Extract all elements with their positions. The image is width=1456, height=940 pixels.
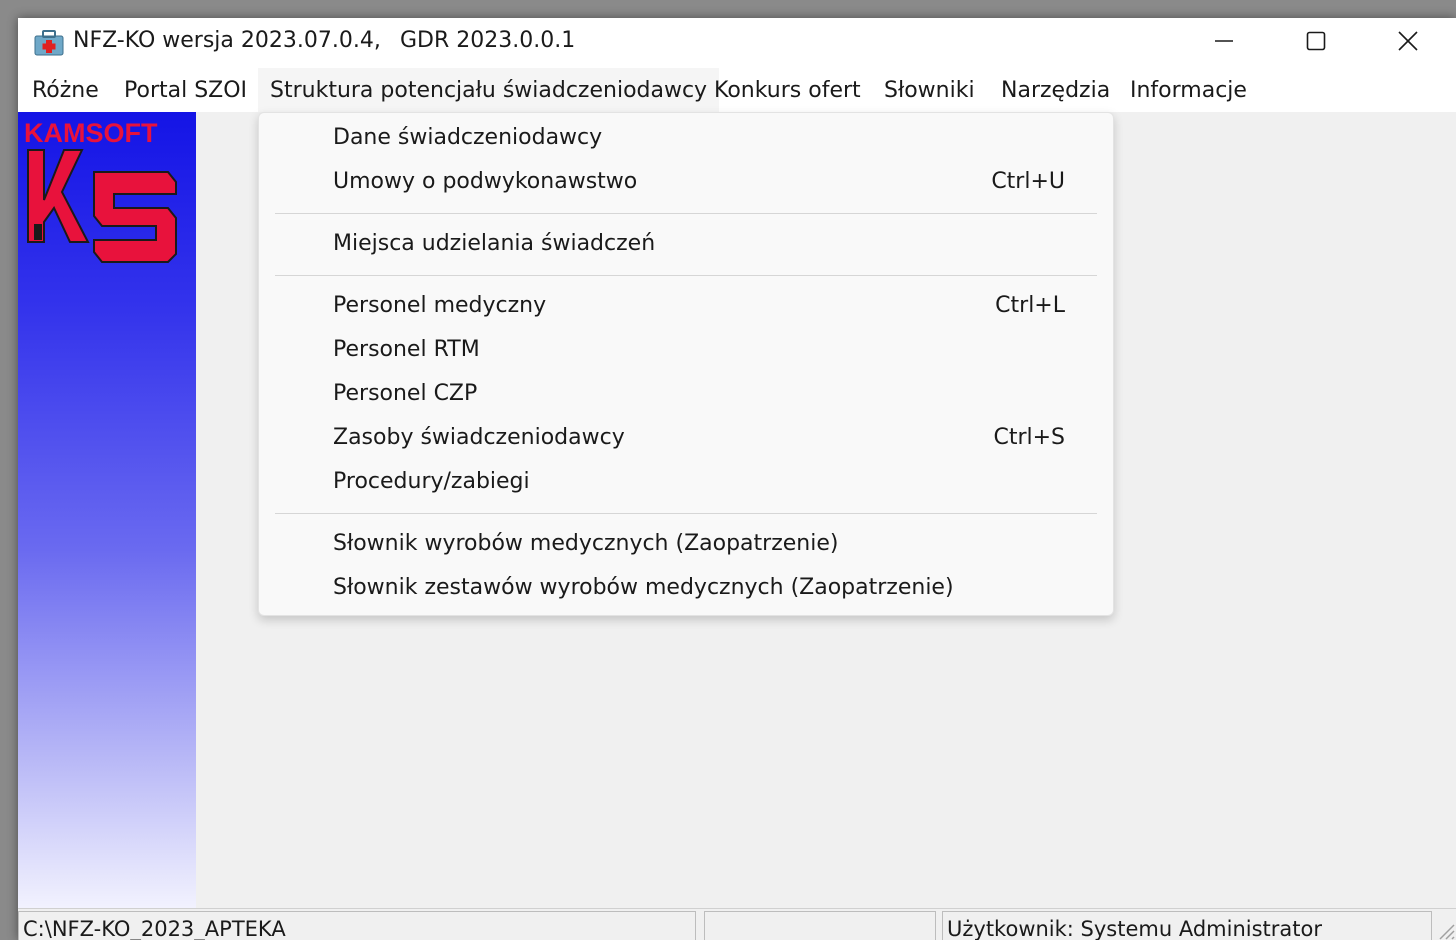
menu-separator — [275, 213, 1097, 214]
menu-item-personel-rtm[interactable]: Personel RTM — [259, 329, 1113, 373]
menu-slowniki[interactable]: Słowniki — [872, 68, 987, 112]
menu-item-label: Personel medyczny — [333, 293, 547, 318]
menu-item-label: Zasoby świadczeniodawcy — [333, 425, 625, 450]
menu-narzedzia[interactable]: Narzędzia — [989, 68, 1122, 112]
menu-item-label: Procedury/zabiegi — [333, 469, 530, 494]
menu-item-umowy-o-podwykonawstwo[interactable]: Umowy o podwykonawstwo Ctrl+U — [259, 161, 1113, 205]
menu-item-personel-czp[interactable]: Personel CZP — [259, 373, 1113, 417]
menu-konkurs-ofert[interactable]: Konkurs ofert — [702, 68, 873, 112]
menu-item-miejsca-udzielania[interactable]: Miejsca udzielania świadczeń — [259, 223, 1113, 267]
menu-item-label: Miejsca udzielania świadczeń — [333, 231, 656, 256]
menu-item-dane-swiadczeniodawcy[interactable]: Dane świadczeniodawcy — [259, 117, 1113, 161]
menu-separator — [275, 513, 1097, 514]
close-icon — [1397, 30, 1419, 56]
menu-informacje[interactable]: Informacje — [1118, 68, 1259, 112]
title-bar: NFZ-KO wersja 2023.07.0.4, GDR 2023.0.0.… — [18, 18, 1456, 68]
minimize-button[interactable] — [1178, 18, 1270, 68]
status-path: C:\NFZ-KO_2023_APTEKA — [18, 911, 696, 940]
status-bar: C:\NFZ-KO_2023_APTEKA Użytkownik: System… — [18, 908, 1456, 940]
status-user: Użytkownik: Systemu Administrator — [942, 911, 1432, 940]
menu-item-shortcut: Ctrl+S — [993, 425, 1065, 450]
struktura-dropdown-menu: Dane świadczeniodawcy Umowy o podwykonaw… — [258, 112, 1114, 616]
menu-struktura-potencjalu[interactable]: Struktura potencjału świadczeniodawcy — [258, 68, 720, 112]
close-button[interactable] — [1362, 18, 1454, 68]
menu-bar: Różne Portal SZOI Struktura potencjału ś… — [18, 68, 1456, 112]
menu-rozne[interactable]: Różne — [20, 68, 111, 112]
menu-item-label: Dane świadczeniodawcy — [333, 125, 603, 150]
maximize-button[interactable] — [1270, 18, 1362, 68]
menu-item-label: Słownik zestawów wyrobów medycznych (Zao… — [333, 575, 954, 600]
window-title-gdr: GDR 2023.0.0.1 — [400, 28, 576, 53]
menu-item-personel-medyczny[interactable]: Personel medyczny Ctrl+L — [259, 285, 1113, 329]
menu-item-zasoby-swiadczeniodawcy[interactable]: Zasoby świadczeniodawcy Ctrl+S — [259, 417, 1113, 461]
menu-item-label: Słownik wyrobów medycznych (Zaopatrzenie… — [333, 531, 839, 556]
menu-item-label: Umowy o podwykonawstwo — [333, 169, 638, 194]
menu-item-shortcut: Ctrl+L — [995, 293, 1065, 318]
menu-item-shortcut: Ctrl+U — [991, 169, 1065, 194]
menu-separator — [275, 275, 1097, 276]
menu-item-procedury-zabiegi[interactable]: Procedury/zabiegi — [259, 461, 1113, 505]
maximize-icon — [1306, 31, 1326, 55]
menu-item-slownik-zestawow[interactable]: Słownik zestawów wyrobów medycznych (Zao… — [259, 567, 1113, 611]
ks-logo-icon — [27, 149, 177, 263]
kamsoft-banner: KAMSOFT — [18, 112, 196, 908]
app-window: NFZ-KO wersja 2023.07.0.4, GDR 2023.0.0.… — [18, 18, 1456, 940]
medical-kit-icon — [34, 30, 64, 56]
menu-item-label: Personel CZP — [333, 381, 478, 406]
menu-portal-szoi[interactable]: Portal SZOI — [112, 68, 259, 112]
resize-grip-icon[interactable] — [1434, 919, 1456, 940]
window-title: NFZ-KO wersja 2023.07.0.4, — [73, 28, 381, 53]
menu-item-label: Personel RTM — [333, 337, 480, 362]
brand-text: KAMSOFT — [24, 118, 158, 148]
menu-item-slownik-wyrobow[interactable]: Słownik wyrobów medycznych (Zaopatrzenie… — [259, 523, 1113, 567]
status-middle — [704, 911, 936, 940]
minimize-icon — [1214, 31, 1234, 55]
